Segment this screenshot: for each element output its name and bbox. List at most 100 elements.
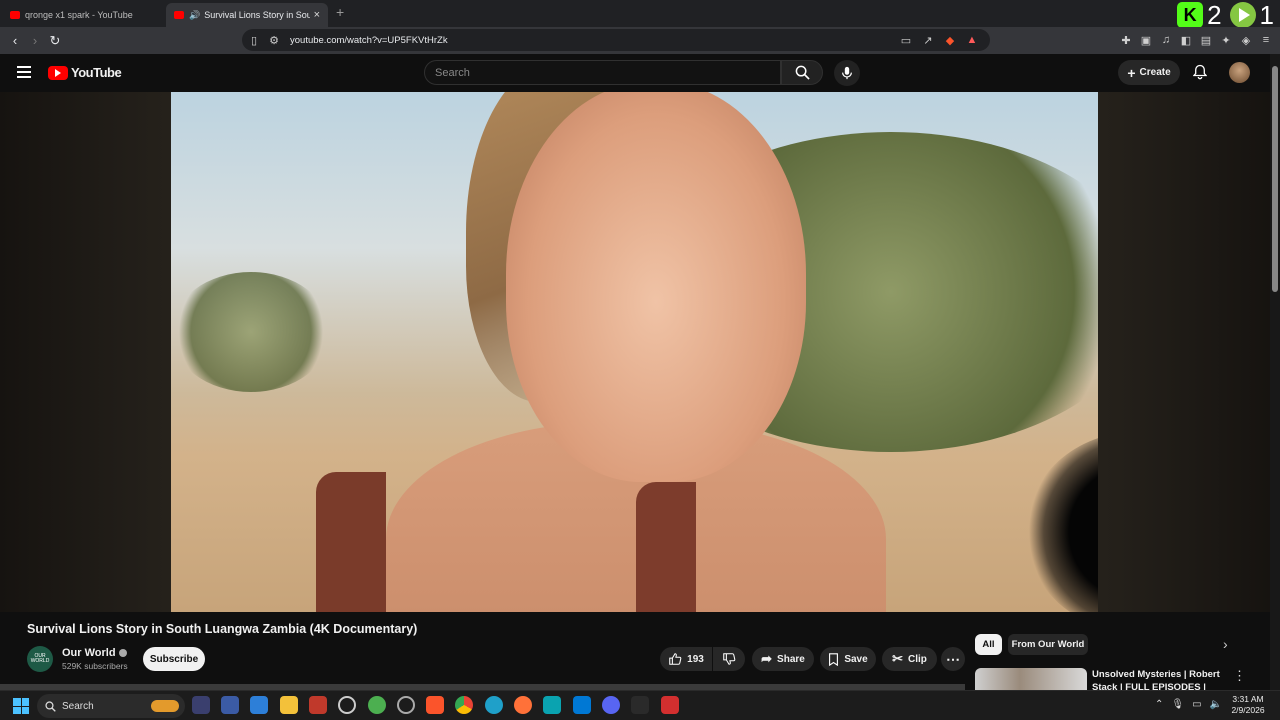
url-text[interactable]: youtube.com/watch?v=UP5FKVtHrZk [290, 35, 448, 46]
close-tab-icon[interactable]: × [314, 9, 320, 21]
video-subject-face [506, 92, 806, 482]
clock-time: 3:31 AM [1232, 694, 1264, 704]
tab-title: qronge x1 spark - YouTube [25, 10, 133, 20]
reload-icon[interactable]: ↻ [45, 33, 65, 49]
browser-tab-strip: qronge x1 spark - YouTube 🔊 Survival Lio… [0, 0, 1280, 30]
recommended-title[interactable]: Unsolved Mysteries | Robert Stack | FULL… [1092, 668, 1222, 692]
clip-label: Clip [908, 653, 927, 665]
sync-app-icon[interactable] [397, 696, 415, 714]
extensions-icon[interactable]: ✚ [1118, 32, 1134, 48]
page-scrollbar[interactable] [1270, 54, 1280, 690]
channel-name-row[interactable]: Our World [62, 647, 127, 659]
chrome-icon[interactable] [455, 696, 473, 714]
app-red-icon[interactable] [309, 696, 327, 714]
plus-icon: + [1127, 64, 1136, 81]
create-label: Create [1139, 67, 1171, 78]
site-settings-icon[interactable]: ⚙ [266, 32, 282, 48]
bookmark-save-icon [829, 652, 839, 666]
bush-decor [171, 272, 331, 392]
app-bolt-icon[interactable] [661, 696, 679, 714]
clock-app-icon[interactable] [338, 696, 356, 714]
like-count: 193 [687, 653, 704, 665]
scrollbar-thumb[interactable] [1272, 66, 1278, 292]
taskbar-search[interactable]: Search [37, 694, 185, 718]
cast-icon[interactable]: ▭ [898, 32, 914, 48]
task-view-icon[interactable] [192, 696, 210, 714]
brave-rewards-icon[interactable]: ▲ [964, 32, 980, 48]
viewer-count-overlay: K 2 1 [1177, 0, 1280, 30]
browser-menu-icon[interactable]: ≡ [1258, 32, 1274, 48]
search-highlight-icon [151, 700, 179, 712]
guide-menu-icon[interactable] [17, 66, 31, 78]
microphone-icon [842, 66, 852, 80]
windows-start-icon[interactable] [13, 698, 29, 714]
notifications-bell-icon[interactable] [1193, 64, 1207, 80]
voice-search-button[interactable] [834, 60, 860, 86]
video-title: Survival Lions Story in South Luangwa Za… [27, 622, 418, 636]
leo-ai-icon[interactable]: ✦ [1218, 32, 1234, 48]
media-icon[interactable]: ♫ [1158, 32, 1174, 48]
vpn-icon[interactable]: ◈ [1238, 32, 1254, 48]
tab-survival-lions[interactable]: 🔊 Survival Lions Story in South × [166, 3, 328, 27]
search-button[interactable] [781, 60, 823, 85]
chip-all[interactable]: All [975, 634, 1002, 655]
tab-qronge[interactable]: qronge x1 spark - YouTube [2, 3, 164, 27]
channel-name[interactable]: Our World [62, 647, 116, 659]
arduino-icon[interactable] [543, 696, 561, 714]
network-icon[interactable]: ▭ [1192, 699, 1201, 710]
firefox-icon[interactable] [514, 696, 532, 714]
forward-icon[interactable]: › [25, 33, 45, 48]
taskbar-clock[interactable]: 3:31 AM 2/9/2026 [1226, 694, 1270, 716]
brave-shields-icon[interactable]: ◆ [942, 32, 958, 48]
subscriber-count: 529K subscribers [62, 661, 128, 671]
windows-taskbar: Search ⌃ 🎙 ▭ 🔈 3:31 AM 2/9/2026 [0, 690, 1280, 720]
video-frame[interactable] [171, 92, 1098, 612]
bookmark-icon[interactable]: ▯ [246, 32, 262, 48]
related-filter-chips: All From Our World › [975, 632, 1265, 658]
screenshot-icon[interactable]: ▣ [1138, 32, 1154, 48]
share-button[interactable]: ➦ Share [752, 647, 814, 671]
subscribe-button[interactable]: Subscribe [143, 647, 205, 671]
tab-title: Survival Lions Story in South [204, 10, 310, 20]
channel-avatar[interactable]: OUR WORLD [27, 646, 53, 672]
chevron-right-icon[interactable]: › [1223, 636, 1228, 652]
chevron-up-icon[interactable]: ⌃ [1155, 699, 1163, 710]
video-subject-strap [316, 472, 386, 612]
create-button[interactable]: + Create [1118, 60, 1180, 85]
save-button[interactable]: Save [820, 647, 876, 671]
microphone-icon[interactable]: 🎙 [1171, 699, 1184, 710]
volume-icon[interactable]: 🔈 [1210, 699, 1222, 710]
back-icon[interactable]: ‹ [5, 33, 25, 48]
new-tab-icon[interactable]: + [336, 4, 344, 20]
speaker-icon[interactable]: 🔊 [189, 10, 200, 21]
like-button[interactable]: 193 [660, 647, 712, 671]
clip-button[interactable]: ✂ Clip [882, 647, 937, 671]
app-dark-icon[interactable] [631, 696, 649, 714]
share-page-icon[interactable]: ↗ [920, 32, 936, 48]
system-tray: ⌃ 🎙 ▭ 🔈 [1155, 699, 1222, 710]
account-avatar[interactable] [1229, 62, 1250, 83]
teams-icon[interactable] [221, 696, 239, 714]
dislike-button[interactable] [713, 647, 745, 671]
vscode-icon[interactable] [573, 696, 591, 714]
video-player[interactable] [0, 92, 1270, 612]
more-actions-button[interactable]: ⋯ [941, 647, 965, 671]
rumble-count: 1 [1259, 0, 1274, 30]
chrome-dev-icon[interactable] [368, 696, 386, 714]
search-icon [795, 65, 810, 80]
chip-from-channel[interactable]: From Our World [1008, 634, 1088, 655]
youtube-favicon-icon [174, 11, 184, 19]
file-explorer-icon[interactable] [280, 696, 298, 714]
remote-desktop-icon[interactable] [250, 696, 268, 714]
search-input[interactable]: Search [424, 60, 781, 85]
brave-browser-icon[interactable] [426, 696, 444, 714]
edge-icon[interactable] [485, 696, 503, 714]
address-bar[interactable]: ▯ ⚙ youtube.com/watch?v=UP5FKVtHrZk ▭ ↗ … [242, 29, 990, 51]
sidebar-icon[interactable]: ◧ [1178, 32, 1194, 48]
more-vertical-icon[interactable]: ⋮ [1233, 668, 1246, 684]
wallet-icon[interactable]: ▤ [1198, 32, 1214, 48]
share-label: Share [777, 653, 805, 665]
discord-icon[interactable] [602, 696, 620, 714]
taskbar-search-label: Search [62, 700, 94, 712]
youtube-logo[interactable]: YouTube [48, 65, 122, 80]
